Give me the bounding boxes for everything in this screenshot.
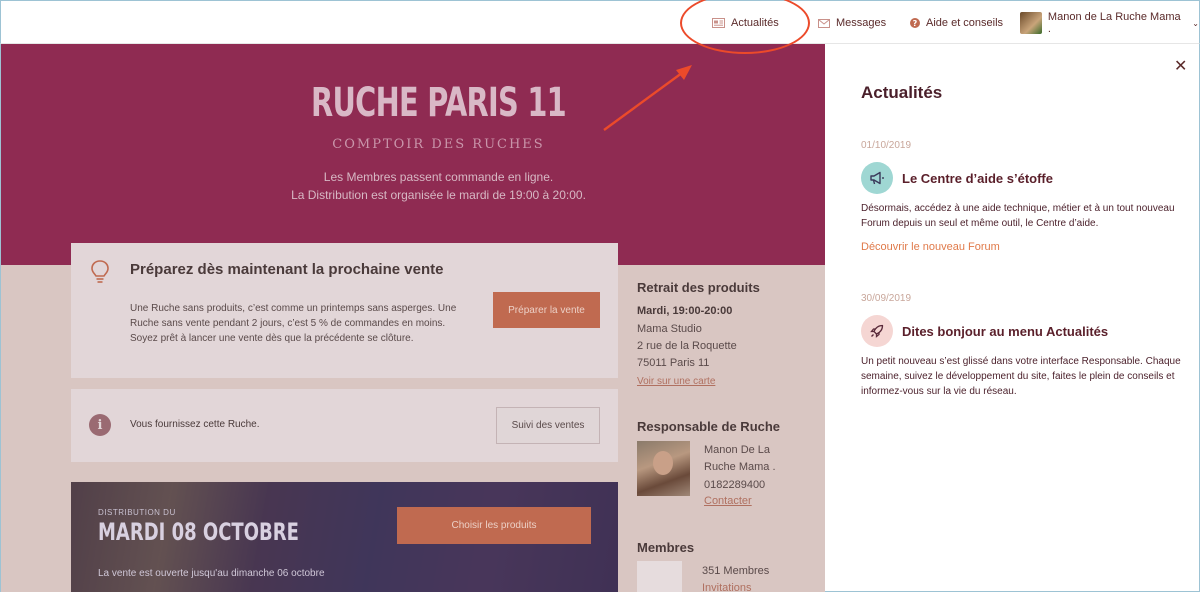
close-icon[interactable]: ✕: [1174, 56, 1187, 76]
distribution-banner: DISTRIBUTION DU MARDI 08 OCTOBRE La vent…: [71, 482, 618, 592]
members-count: 351 Membres: [702, 565, 770, 577]
map-link[interactable]: Voir sur une carte: [637, 376, 715, 387]
lightbulb-icon: [91, 260, 109, 283]
members-title: Membres: [637, 540, 695, 555]
top-navigation: Actualités Messages ? Aide et conseils M…: [0, 0, 1200, 44]
members-icon: [637, 561, 682, 592]
panel-title: Actualités: [861, 83, 943, 102]
pickup-time: Mardi, 19:00-20:00: [637, 305, 733, 317]
envelope-icon: [818, 18, 830, 28]
prepare-sale-card: Préparez dès maintenant la prochaine ven…: [71, 243, 618, 378]
distribution-open-until: La vente est ouverte jusqu'au dimanche 0…: [98, 568, 325, 579]
prepare-sale-title: Préparez dès maintenant la prochaine ven…: [130, 261, 444, 278]
nav-help[interactable]: ? Aide et conseils: [910, 1, 1003, 45]
sales-tracking-button[interactable]: Suivi des ventes: [496, 407, 600, 444]
news-header: Dites bonjour au menu Actualités: [861, 315, 1181, 347]
pickup-city: 75011 Paris 11: [637, 357, 710, 369]
news-title: Le Centre d’aide s’étoffe: [902, 170, 1053, 186]
nav-messages[interactable]: Messages: [818, 1, 886, 45]
annotation-arrow-icon: [603, 65, 692, 131]
main-content: RUCHE PARIS 11 COMPTOIR DES RUCHES Les M…: [0, 44, 825, 592]
manager-title: Responsable de Ruche: [637, 419, 781, 434]
pickup-title: Retrait des produits: [637, 280, 760, 295]
supplier-text: Vous fournissez cette Ruche.: [130, 419, 260, 430]
manager-name-line1: Manon De La: [704, 444, 771, 456]
hive-description: Les Membres passent commande en ligne. L…: [1, 168, 825, 204]
news-body: Un petit nouveau s’est glissé dans votre…: [861, 356, 1181, 397]
user-avatar: [1020, 12, 1042, 34]
nav-messages-label: Messages: [836, 17, 887, 29]
manager-name-line2: Ruche Mama .: [704, 461, 776, 473]
pickup-place: Mama Studio: [637, 323, 702, 335]
news-date: 30/09/2019: [861, 293, 912, 304]
distribution-date: MARDI 08 OCTOBRE: [98, 518, 299, 546]
hive-description-line2: La Distribution est organisée le mardi d…: [291, 188, 586, 202]
distribution-label: DISTRIBUTION DU: [98, 508, 176, 517]
prepare-sale-button[interactable]: Préparer la vente: [493, 292, 600, 328]
news-date: 01/10/2019: [861, 140, 912, 151]
manager-photo: [637, 441, 690, 496]
prepare-sale-text: Une Ruche sans produits, c’est comme un …: [130, 303, 457, 344]
pickup-address: 2 rue de la Roquette: [637, 340, 737, 352]
rocket-icon: [861, 315, 893, 347]
question-icon: ?: [910, 18, 920, 28]
hive-subtitle: COMPTOIR DES RUCHES: [332, 137, 545, 152]
news-item: 01/10/2019 Le Centre d’aide s’étoffe Dés…: [861, 140, 1181, 253]
supplier-card: i Vous fournissez cette Ruche. Suivi des…: [71, 389, 618, 462]
contact-link[interactable]: Contacter: [704, 495, 752, 507]
nav-user-menu[interactable]: Manon de La Ruche Mama . ⌄: [1020, 1, 1199, 45]
news-title: Dites bonjour au menu Actualités: [902, 323, 1109, 339]
invitations-link[interactable]: Invitations: [702, 582, 752, 592]
choose-products-button[interactable]: Choisir les produits: [397, 507, 591, 544]
news-header: Le Centre d’aide s’étoffe: [861, 162, 1181, 194]
nav-help-label: Aide et conseils: [926, 17, 1004, 29]
hive-description-line1: Les Membres passent commande en ligne.: [323, 170, 554, 184]
forum-link[interactable]: Découvrir le nouveau Forum: [861, 241, 1181, 253]
news-item: 30/09/2019 Dites bonjour au menu Actuali…: [861, 293, 1181, 399]
manager-phone: 0182289400: [704, 479, 766, 491]
svg-text:?: ?: [913, 19, 918, 28]
news-body: Désormais, accédez à une aide technique,…: [861, 203, 1175, 229]
chevron-down-icon: ⌄: [1192, 18, 1199, 28]
megaphone-icon: [861, 162, 893, 194]
hero-banner: RUCHE PARIS 11 COMPTOIR DES RUCHES Les M…: [1, 44, 825, 265]
nav-user-label: Manon de La Ruche Mama .: [1047, 11, 1181, 35]
info-icon: i: [89, 414, 111, 436]
news-panel: ✕ Actualités 01/10/2019 Le Centre d’aide…: [825, 44, 1200, 592]
